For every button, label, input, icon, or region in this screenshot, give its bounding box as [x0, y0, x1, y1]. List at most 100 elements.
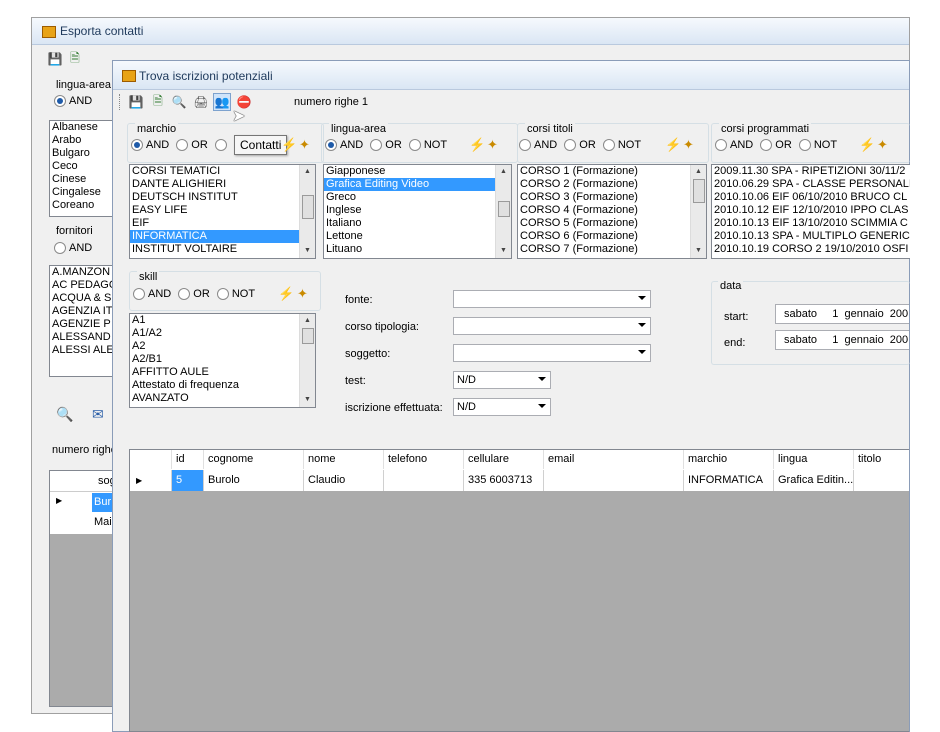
list-item[interactable]: Grafica Editing Video: [324, 178, 511, 191]
list-item[interactable]: 2009.11.30 SPA - RIPETIZIONI 30/11/2: [712, 165, 910, 178]
skill-not-radio[interactable]: NOT: [216, 288, 255, 300]
list-item[interactable]: AVANZATO: [130, 392, 315, 405]
list-item[interactable]: AC PEDAGO: [50, 279, 116, 292]
list-item[interactable]: ALESSAND: [50, 331, 116, 344]
col-titolo[interactable]: titolo: [854, 450, 909, 469]
fonte-combo[interactable]: [453, 290, 651, 308]
results-grid[interactable]: id cognome nome telefono cellulare email…: [129, 449, 909, 732]
iscrizione-combo[interactable]: N/D: [453, 398, 551, 416]
list-item[interactable]: AGENZIE P: [50, 318, 116, 331]
back-fornitori-and-radio[interactable]: AND: [54, 242, 96, 257]
back-grid[interactable]: sog ▶ Bur Mai: [49, 470, 116, 707]
print-icon[interactable]: 🖨: [192, 93, 210, 111]
back-and-radio[interactable]: AND: [54, 95, 96, 110]
col-telefono[interactable]: telefono: [384, 450, 464, 469]
programmati-not-radio[interactable]: NOT: [798, 139, 837, 151]
list-item[interactable]: Giapponese: [324, 165, 511, 178]
table-row[interactable]: ▶ 5 Burolo Claudio 335 6003713 INFORMATI…: [130, 470, 909, 491]
list-item[interactable]: CORSO 7 (Formazione): [518, 243, 706, 256]
list-item[interactable]: A1: [130, 314, 315, 327]
add-filter-icon[interactable]: ⚡: [665, 137, 681, 153]
magic-wand-icon[interactable]: ✦: [299, 137, 310, 153]
lingua-or-radio[interactable]: OR: [370, 139, 402, 151]
marchio-and-radio[interactable]: AND: [131, 139, 169, 151]
search-icon[interactable]: 🔍: [170, 93, 188, 111]
list-item[interactable]: 2010.06.29 SPA - CLASSE PERSONALIZ: [712, 178, 910, 191]
list-item[interactable]: ALESSI ALE: [50, 344, 116, 357]
magic-wand-icon[interactable]: ✦: [683, 137, 694, 153]
list-item[interactable]: Albanese: [50, 121, 116, 134]
marchio-list[interactable]: CORSI TEMATICI DANTE ALIGHIERI DEUTSCH INS…: [129, 164, 316, 259]
list-item[interactable]: Arabo: [50, 134, 116, 147]
list-item[interactable]: A2: [130, 340, 315, 353]
list-item[interactable]: Italiano: [324, 217, 511, 230]
titoli-and-radio[interactable]: AND: [519, 139, 557, 151]
list-item[interactable]: Inglese: [324, 204, 511, 217]
list-item[interactable]: CORSO 4 (Formazione): [518, 204, 706, 217]
marchio-or-radio[interactable]: OR: [176, 139, 208, 151]
magic-wand-icon[interactable]: ✦: [297, 286, 308, 302]
end-date-picker[interactable]: sabato 1 gennaio 200: [775, 330, 909, 350]
list-item[interactable]: INSTITUT VOLTAIRE: [130, 243, 315, 256]
list-item[interactable]: A.MANZON: [50, 266, 116, 279]
cell-nome[interactable]: Claudio: [304, 470, 384, 491]
add-filter-icon[interactable]: ⚡: [281, 137, 297, 153]
list-item[interactable]: 2010.10.19 CORSO 2 19/10/2010 OSFI: [712, 243, 910, 256]
programmati-or-radio[interactable]: OR: [760, 139, 792, 151]
list-item[interactable]: 2010.10.12 EIF 12/10/2010 IPPO CLAS: [712, 204, 910, 217]
programmati-list[interactable]: 2009.11.30 SPA - RIPETIZIONI 30/11/2 2010…: [711, 164, 910, 259]
skill-or-radio[interactable]: OR: [178, 288, 210, 300]
lingua-list[interactable]: Giapponese Grafica Editing Video Greco Ingl…: [323, 164, 512, 259]
soggetto-combo[interactable]: [453, 344, 651, 362]
list-item[interactable]: Coreano: [50, 199, 116, 212]
test-combo[interactable]: N/D: [453, 371, 551, 389]
magic-wand-icon[interactable]: ✦: [487, 137, 498, 153]
list-item[interactable]: CORSO 3 (Formazione): [518, 191, 706, 204]
list-item[interactable]: 2010.10.06 EIF 06/10/2010 BRUCO CL: [712, 191, 910, 204]
col-marchio[interactable]: marchio: [684, 450, 774, 469]
mail-icon[interactable]: ✉: [92, 406, 104, 423]
programmati-and-radio[interactable]: AND: [715, 139, 753, 151]
list-item[interactable]: CORSO 2 (Formazione): [518, 178, 706, 191]
cell-lingua[interactable]: Grafica Editin...: [774, 470, 854, 491]
list-item[interactable]: CORSO 6 (Formazione): [518, 230, 706, 243]
list-item[interactable]: CORSO 5 (Formazione): [518, 217, 706, 230]
list-item[interactable]: CORSO 1 (Formazione): [518, 165, 706, 178]
list-item[interactable]: INFORMATICA: [130, 230, 315, 243]
cell-titolo[interactable]: [854, 470, 909, 491]
titoli-or-radio[interactable]: OR: [564, 139, 596, 151]
col-cognome[interactable]: cognome: [204, 450, 304, 469]
col-cellulare[interactable]: cellulare: [464, 450, 544, 469]
col-email[interactable]: email: [544, 450, 684, 469]
list-item[interactable]: A1/A2: [130, 327, 315, 340]
add-filter-icon[interactable]: ⚡: [278, 286, 294, 302]
titoli-list[interactable]: CORSO 1 (Formazione) CORSO 2 (Formazione)…: [517, 164, 707, 259]
cell-id[interactable]: 5: [172, 470, 204, 491]
list-item[interactable]: Cingalese: [50, 186, 116, 199]
save-icon[interactable]: 💾: [127, 93, 145, 111]
list-item[interactable]: AFFITTO AULE: [130, 366, 315, 379]
list-item[interactable]: 2010.10.13 SPA - MULTIPLO GENERICO: [712, 230, 910, 243]
start-date-picker[interactable]: sabato 1 gennaio 200: [775, 304, 909, 324]
back-fornitori-list[interactable]: A.MANZON AC PEDAGO ACQUA & S AGENZIA IT AGEN…: [49, 265, 117, 377]
skill-and-radio[interactable]: AND: [133, 288, 171, 300]
contacts-icon[interactable]: 👥: [213, 93, 231, 111]
list-item[interactable]: A2/B1: [130, 353, 315, 366]
list-item[interactable]: Cinese: [50, 173, 116, 186]
magic-wand-icon[interactable]: ✦: [877, 137, 888, 153]
list-item[interactable]: EIF: [130, 217, 315, 230]
save-icon[interactable]: 💾: [46, 50, 64, 68]
list-item[interactable]: Attestato di frequenza: [130, 379, 315, 392]
list-item[interactable]: CORSI TEMATICI: [130, 165, 315, 178]
list-item[interactable]: Bulgaro: [50, 147, 116, 160]
list-item[interactable]: Lituano: [324, 243, 511, 256]
lingua-and-radio[interactable]: AND: [325, 139, 363, 151]
skill-list[interactable]: A1 A1/A2 A2 A2/B1 AFFITTO AULE Attestato di f…: [129, 313, 316, 408]
col-nome[interactable]: nome: [304, 450, 384, 469]
list-item[interactable]: DANTE ALIGHIERI: [130, 178, 315, 191]
lingua-not-radio[interactable]: NOT: [408, 139, 447, 151]
list-item[interactable]: ACQUA & S: [50, 292, 116, 305]
list-item[interactable]: 2010.10.13 EIF 13/10/2010 SCIMMIA C: [712, 217, 910, 230]
cell-cognome[interactable]: Burolo: [204, 470, 304, 491]
col-lingua[interactable]: lingua: [774, 450, 854, 469]
